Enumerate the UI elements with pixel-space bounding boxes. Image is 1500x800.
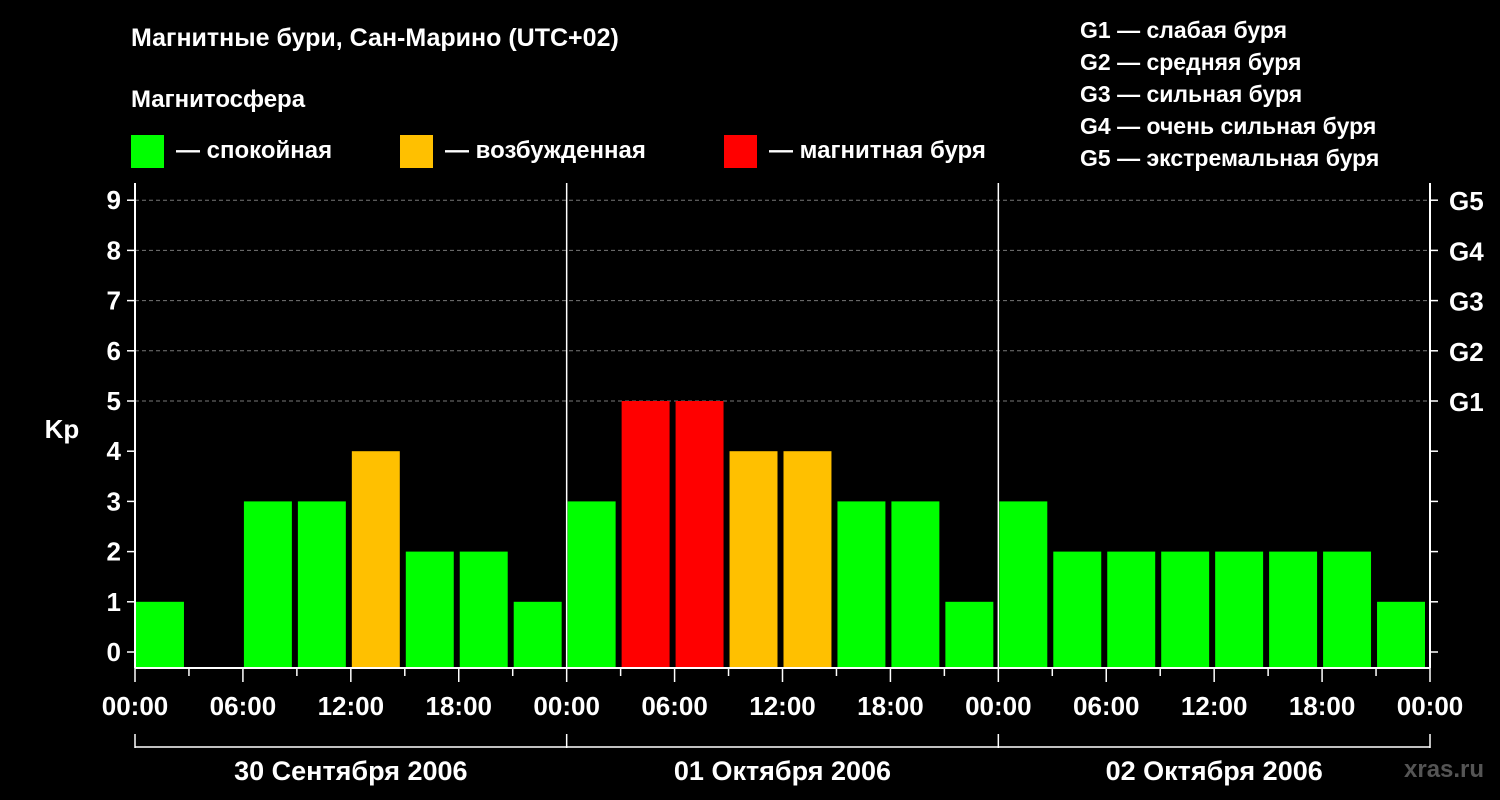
bar <box>675 401 724 668</box>
bar <box>999 501 1048 668</box>
x-tick-label: 06:00 <box>1073 691 1140 721</box>
x-tick-label: 12:00 <box>1181 691 1248 721</box>
y-tick-label: 6 <box>107 336 121 366</box>
x-tick-label: 18:00 <box>857 691 924 721</box>
y-tick-label: 3 <box>107 486 121 516</box>
g-level-label: G2 <box>1449 337 1484 367</box>
bar <box>1269 551 1318 668</box>
bar <box>351 451 400 668</box>
bar <box>243 501 292 668</box>
x-tick-label: 06:00 <box>210 691 277 721</box>
bar <box>1323 551 1372 668</box>
g-level-label: G5 <box>1449 186 1484 216</box>
bar <box>513 601 562 668</box>
day-label: 02 Октября 2006 <box>1106 756 1323 786</box>
x-tick-label: 12:00 <box>749 691 816 721</box>
x-tick-label: 00:00 <box>965 691 1032 721</box>
day-label: 01 Октября 2006 <box>674 756 891 786</box>
bar <box>459 551 508 668</box>
g-level-label: G1 <box>1449 387 1484 417</box>
x-tick-label: 00:00 <box>102 691 169 721</box>
bar <box>945 601 994 668</box>
y-tick-label: 2 <box>107 537 121 567</box>
bar <box>1161 551 1210 668</box>
x-tick-label: 00:00 <box>1397 691 1464 721</box>
bar <box>297 501 346 668</box>
y-tick-label: 9 <box>107 185 121 215</box>
watermark: xras.ru <box>1404 756 1485 783</box>
bar <box>405 551 454 668</box>
bar <box>1107 551 1156 668</box>
g-level-label: G4 <box>1449 236 1484 266</box>
day-label: 30 Сентября 2006 <box>234 756 467 786</box>
y-tick-label: 5 <box>107 386 121 416</box>
bar <box>1215 551 1264 668</box>
x-tick-label: 18:00 <box>426 691 493 721</box>
y-tick-label: 0 <box>107 637 121 667</box>
y-tick-label: 1 <box>107 587 121 617</box>
g-level-label: G3 <box>1449 287 1484 317</box>
bar <box>621 401 670 668</box>
y-tick-label: 4 <box>107 436 122 466</box>
x-tick-label: 06:00 <box>641 691 708 721</box>
bar <box>567 501 616 668</box>
x-tick-label: 12:00 <box>318 691 385 721</box>
bar <box>783 451 832 668</box>
kp-bar-chart: 0 1 2 3 4 5 6 7 8 9 G1 G2 G3 G4 G5 Kp 00:00 06:00 12:00 18:… <box>45 183 1484 786</box>
x-tick-label: 18:00 <box>1289 691 1356 721</box>
bar <box>729 451 778 668</box>
y-axis-label: Kp <box>45 414 80 444</box>
bar <box>1053 551 1102 668</box>
y-tick-label: 8 <box>107 235 121 265</box>
bar <box>1377 601 1425 668</box>
x-tick-label: 00:00 <box>533 691 600 721</box>
y-tick-label: 7 <box>107 286 121 316</box>
bar <box>891 501 940 668</box>
bar <box>837 501 886 668</box>
bar <box>136 601 184 668</box>
